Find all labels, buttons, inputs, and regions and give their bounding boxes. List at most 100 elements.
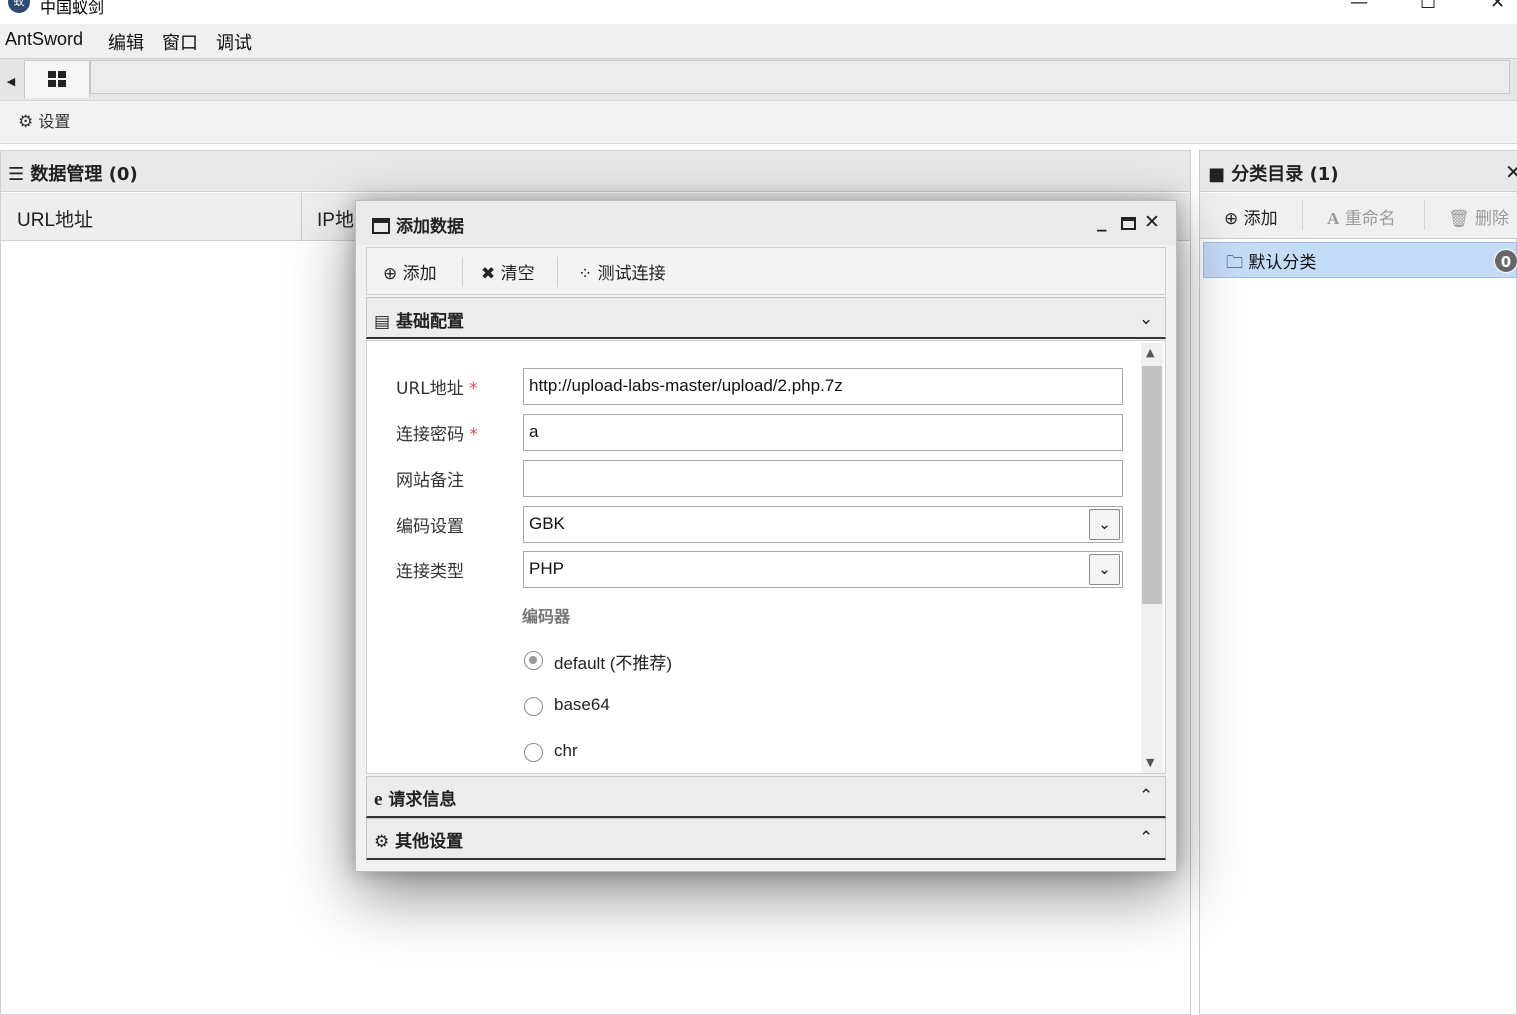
type-label: 连接类型: [396, 562, 464, 582]
tab-bar-area: [90, 60, 1510, 94]
dialog-add-button[interactable]: ⊕ 添加: [383, 259, 437, 284]
column-ip[interactable]: IP地: [317, 205, 354, 232]
required-mark: *: [469, 425, 478, 445]
form-scrollbar-thumb[interactable]: [1142, 366, 1162, 604]
x-icon: ✖: [481, 264, 496, 284]
file-text-icon: ▤: [374, 312, 391, 332]
menu-antsword[interactable]: AntSword: [5, 29, 83, 50]
settings-button[interactable]: ⚙ 设置: [18, 108, 70, 132]
section-request-info-header[interactable]: [366, 776, 1166, 818]
section-other-settings-title: ⚙ 其他设置: [374, 827, 463, 852]
category-item-label: 🗀 默认分类: [1226, 248, 1316, 279]
menu-window[interactable]: 窗口: [162, 29, 198, 55]
title-bar: [0, 0, 1517, 24]
category-add-label: 添加: [1243, 209, 1278, 229]
dialog-add-label: 添加: [402, 264, 437, 284]
category-title-text: 分类目录 (1): [1231, 164, 1339, 185]
category-panel: [1199, 150, 1517, 1015]
required-mark: *: [469, 379, 478, 399]
plus-circle-icon: ⊕: [1224, 209, 1239, 229]
note-input[interactable]: [523, 460, 1123, 497]
radio-default[interactable]: [524, 651, 543, 670]
encoding-label: 编码设置: [396, 517, 464, 537]
main-toolbar: [0, 100, 1517, 144]
note-label: 网站备注: [396, 471, 464, 491]
gears-icon: ⚙: [374, 832, 390, 852]
password-input[interactable]: a: [523, 414, 1123, 451]
radio-default-label[interactable]: default (不推荐): [554, 649, 672, 674]
chevron-down-icon[interactable]: ⌄: [1089, 509, 1120, 540]
grid-icon: [48, 71, 66, 87]
radio-base64-label[interactable]: base64: [554, 695, 610, 715]
data-management-title-text: 数据管理 (0): [30, 164, 138, 185]
dialog-test-label: 测试连接: [597, 264, 666, 284]
radio-selected-dot: [529, 656, 537, 664]
section-basic-config-title: ▤ 基础配置: [374, 307, 464, 332]
font-a-icon: A: [1327, 209, 1340, 228]
category-title: ■ 分类目录 (1): [1208, 160, 1339, 186]
url-input[interactable]: http://upload-labs-master/upload/2.php.7…: [523, 368, 1123, 405]
menu-edit[interactable]: 编辑: [108, 29, 144, 55]
ie-icon: e: [374, 789, 383, 810]
chevron-up-icon[interactable]: ⌃: [1139, 828, 1153, 848]
toolbar-separator: [557, 257, 558, 287]
dialog-clear-button[interactable]: ✖ 清空: [481, 259, 535, 284]
url-label-text: URL地址: [396, 379, 464, 399]
encoder-title: 编码器: [522, 607, 571, 626]
password-label-text: 连接密码: [396, 425, 464, 445]
radio-chr[interactable]: [524, 743, 543, 762]
column-url[interactable]: URL地址: [17, 205, 93, 232]
trash-icon: 🗑: [1448, 209, 1470, 229]
toolbar-separator: [1424, 200, 1425, 230]
category-delete-button[interactable]: 🗑 删除: [1448, 204, 1509, 229]
section-other-settings-header[interactable]: [366, 818, 1166, 860]
window-title: 中国蚁剑: [40, 0, 105, 17]
folder-icon: ■: [1208, 164, 1226, 185]
category-rename-label: 重命名: [1344, 209, 1396, 229]
settings-label: 设置: [38, 112, 71, 131]
category-add-button[interactable]: ⊕ 添加: [1224, 204, 1278, 229]
scroll-up-icon[interactable]: ▲: [1146, 346, 1154, 359]
maximize-window-button[interactable]: ☐: [1420, 0, 1436, 13]
radio-base64[interactable]: [524, 697, 543, 716]
plus-circle-icon: ⊕: [383, 264, 398, 284]
dialog-test-connection-button[interactable]: ⁘ 测试连接: [578, 259, 666, 284]
scroll-down-icon[interactable]: ▼: [1146, 756, 1154, 769]
minimize-window-button[interactable]: —: [1350, 0, 1368, 13]
close-window-button[interactable]: ✕: [1490, 0, 1505, 13]
dialog-close-icon[interactable]: ✕: [1144, 211, 1160, 233]
gear-icon: ⚙: [18, 112, 34, 132]
minimize-icon[interactable]: _: [1097, 210, 1107, 232]
maximize-icon[interactable]: [1121, 217, 1136, 230]
chevron-down-icon[interactable]: ⌄: [1139, 309, 1153, 329]
tab-home[interactable]: [24, 60, 90, 98]
url-label: URL地址 *: [396, 374, 478, 399]
section-request-info-title: e 请求信息: [374, 785, 456, 811]
category-delete-label: 删除: [1475, 209, 1509, 229]
section-basic-config-text: 基础配置: [395, 312, 464, 332]
dialog-clear-label: 清空: [500, 264, 535, 284]
section-request-info-text: 请求信息: [388, 790, 457, 810]
radio-chr-label[interactable]: chr: [554, 741, 578, 761]
type-select[interactable]: PHP: [523, 551, 1123, 588]
spinner-icon: ⁘: [578, 264, 593, 284]
password-label: 连接密码 *: [396, 420, 478, 445]
column-divider[interactable]: [301, 193, 302, 241]
close-icon[interactable]: ✕: [1505, 160, 1517, 184]
window-icon: [372, 218, 390, 234]
chevron-down-icon[interactable]: ⌄: [1089, 554, 1120, 585]
dialog-title-text: 添加数据: [396, 217, 464, 237]
encoding-select[interactable]: GBK: [523, 506, 1123, 543]
dialog-title: 添加数据: [372, 212, 464, 237]
section-basic-config-header[interactable]: [366, 297, 1166, 339]
data-management-header: [1, 151, 1190, 192]
menu-debug[interactable]: 调试: [216, 29, 252, 55]
list-icon: ☰: [8, 164, 25, 185]
toolbar-separator: [1302, 200, 1303, 230]
chevron-up-icon[interactable]: ⌃: [1139, 786, 1153, 806]
dialog-header[interactable]: [356, 201, 1176, 245]
tab-scroll-left-button[interactable]: ◀: [0, 60, 22, 100]
category-count-badge: 0: [1494, 249, 1517, 273]
category-rename-button[interactable]: A 重命名: [1327, 204, 1396, 229]
category-item-text: 默认分类: [1248, 253, 1317, 273]
